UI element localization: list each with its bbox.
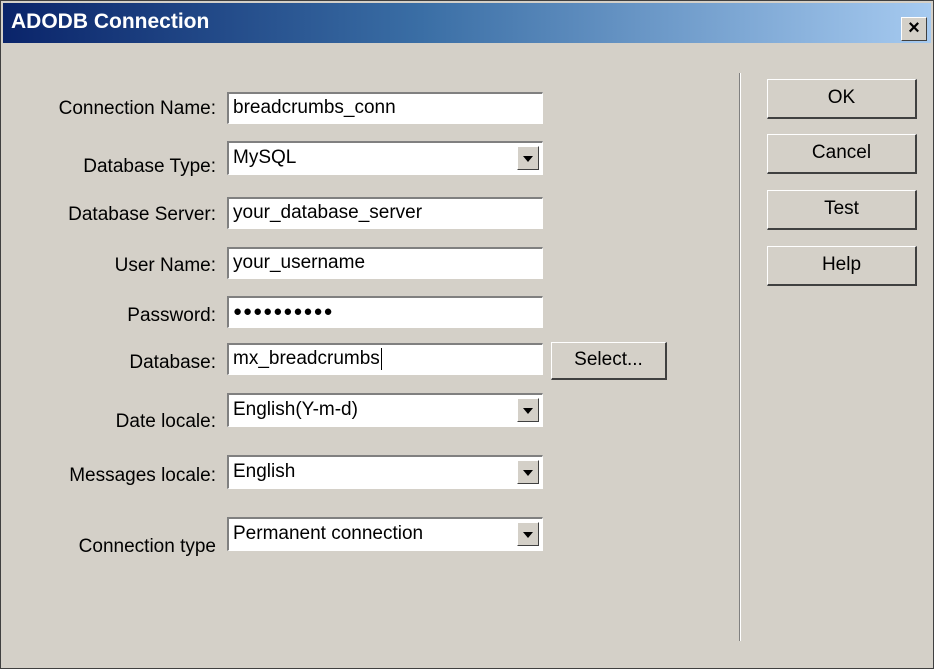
database-input[interactable]: mx_breadcrumbs (227, 343, 543, 375)
database-type-value: MySQL (233, 147, 297, 168)
database-server-input[interactable]: your_database_server (227, 197, 543, 229)
messages-locale-value: English (233, 461, 296, 482)
connection-type-value: Permanent connection (233, 523, 424, 544)
select-database-button[interactable]: Select... (551, 342, 667, 380)
test-button[interactable]: Test (767, 190, 917, 230)
adodb-connection-dialog: ADODB Connection × Connection Name: brea… (0, 0, 934, 669)
messages-locale-select[interactable]: English (227, 455, 543, 489)
chevron-down-icon[interactable] (517, 522, 539, 546)
connection-name-input[interactable]: breadcrumbs_conn (227, 92, 543, 124)
connection-name-label: Connection Name: (58, 98, 216, 119)
help-button[interactable]: Help (767, 246, 917, 286)
database-type-label: Database Type: (83, 156, 216, 177)
connection-type-select[interactable]: Permanent connection (227, 517, 543, 551)
chevron-down-icon[interactable] (517, 146, 539, 170)
password-input[interactable]: ●●●●●●●●●● (227, 296, 543, 328)
password-label: Password: (127, 305, 216, 326)
chevron-down-icon[interactable] (517, 398, 539, 422)
ok-button[interactable]: OK (767, 79, 917, 119)
connection-type-label: Connection type (78, 536, 216, 557)
date-locale-select[interactable]: English(Y-m-d) (227, 393, 543, 427)
date-locale-value: English(Y-m-d) (233, 399, 358, 420)
database-server-label: Database Server: (68, 204, 216, 225)
cancel-button[interactable]: Cancel (767, 134, 917, 174)
window-title: ADODB Connection (11, 10, 210, 33)
close-icon: × (908, 17, 920, 39)
vertical-divider (739, 73, 741, 641)
text-caret (380, 347, 382, 370)
user-name-input[interactable]: your_username (227, 247, 543, 279)
database-label: Database: (129, 352, 216, 373)
date-locale-label: Date locale: (115, 411, 216, 432)
title-bar[interactable]: ADODB Connection (3, 3, 931, 43)
chevron-down-icon[interactable] (517, 460, 539, 484)
database-type-select[interactable]: MySQL (227, 141, 543, 175)
user-name-label: User Name: (114, 255, 216, 276)
database-value: mx_breadcrumbs (233, 348, 380, 369)
messages-locale-label: Messages locale: (69, 465, 216, 486)
close-button[interactable]: × (901, 17, 927, 41)
